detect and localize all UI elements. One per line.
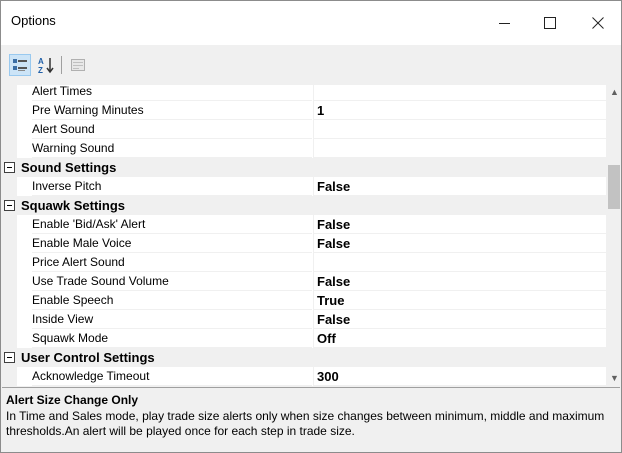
collapse-icon[interactable] [4, 352, 15, 363]
svg-text:A: A [38, 57, 44, 66]
property-row[interactable]: Acknowledge Timeout 300 [2, 367, 606, 386]
row-margin [2, 85, 17, 101]
collapse-icon[interactable] [4, 200, 15, 211]
property-value[interactable]: 1 [313, 101, 606, 120]
title-bar[interactable]: Options [1, 1, 621, 45]
property-value[interactable]: True [313, 291, 606, 310]
property-name: Enable 'Bid/Ask' Alert [32, 215, 312, 234]
property-name: Squawk Mode [32, 329, 312, 348]
scroll-up-icon[interactable]: ▲ [610, 87, 619, 97]
window-title: Options [11, 13, 56, 28]
property-value[interactable]: False [313, 310, 606, 329]
property-value[interactable] [313, 120, 606, 139]
property-row[interactable]: Price Alert Sound [2, 253, 606, 272]
property-row[interactable]: Pre Warning Minutes 1 [2, 101, 606, 120]
svg-text:Z: Z [38, 66, 43, 74]
categorized-button[interactable] [9, 54, 31, 76]
property-row[interactable]: Alert Times [2, 85, 606, 101]
scrollbar-thumb[interactable] [608, 165, 620, 209]
property-row[interactable]: Enable 'Bid/Ask' Alert False [2, 215, 606, 234]
property-value[interactable] [313, 85, 606, 101]
row-margin [2, 367, 17, 386]
maximize-icon [544, 17, 556, 29]
property-row[interactable]: Enable Speech True [2, 291, 606, 310]
property-row[interactable]: Inverse Pitch False [2, 177, 606, 196]
collapse-icon[interactable] [4, 162, 15, 173]
property-pages-icon [71, 59, 85, 71]
row-margin [2, 177, 17, 196]
row-margin [2, 310, 17, 329]
close-icon [592, 17, 604, 29]
row-margin [2, 272, 17, 291]
property-name: Use Trade Sound Volume [32, 272, 312, 291]
vertical-scrollbar[interactable]: ▲ ▼ [607, 85, 621, 386]
property-value[interactable]: 300 [313, 367, 606, 386]
property-name: Warning Sound [32, 139, 312, 158]
property-value[interactable]: False [313, 272, 606, 291]
property-name: Price Alert Sound [32, 253, 312, 272]
property-pages-button[interactable] [67, 54, 89, 76]
property-row[interactable]: Use Trade Sound Volume False [2, 272, 606, 291]
property-name: Enable Male Voice [32, 234, 312, 253]
property-name: Enable Speech [32, 291, 312, 310]
category-row[interactable]: Sound Settings [2, 158, 606, 177]
category-label: Squawk Settings [21, 198, 126, 213]
options-window: Options A Z Alert Times Pre Warning Minu… [0, 0, 622, 453]
property-value[interactable]: Off [313, 329, 606, 348]
property-value[interactable]: False [313, 234, 606, 253]
row-margin [2, 329, 17, 348]
property-row[interactable]: Alert Sound [2, 120, 606, 139]
category-label: Sound Settings [21, 160, 117, 175]
property-row[interactable]: Inside View False [2, 310, 606, 329]
property-name: Alert Times [32, 85, 312, 101]
property-row[interactable]: Squawk Mode Off [2, 329, 606, 348]
maximize-button[interactable] [527, 1, 573, 45]
property-value[interactable] [313, 139, 606, 158]
row-margin [2, 291, 17, 310]
property-value[interactable] [313, 253, 606, 272]
close-button[interactable] [575, 1, 621, 45]
property-name: Alert Sound [32, 120, 312, 139]
property-grid-toolbar: A Z [1, 45, 621, 85]
row-margin [2, 215, 17, 234]
row-margin [2, 120, 17, 139]
property-name: Pre Warning Minutes [32, 101, 312, 120]
row-margin [2, 101, 17, 120]
property-name: Inside View [32, 310, 312, 329]
description-pane: Alert Size Change Only In Time and Sales… [2, 387, 620, 452]
categorized-icon [13, 59, 27, 71]
category-row[interactable]: User Control Settings [2, 348, 606, 367]
alphabetical-button[interactable]: A Z [35, 54, 57, 76]
category-row[interactable]: Squawk Settings [2, 196, 606, 215]
property-value[interactable]: False [313, 215, 606, 234]
property-name: Acknowledge Timeout [32, 367, 312, 386]
row-margin [2, 234, 17, 253]
property-value[interactable]: False [313, 177, 606, 196]
description-title: Alert Size Change Only [6, 393, 139, 407]
toolbar-separator [61, 56, 62, 74]
property-grid[interactable]: Alert Times Pre Warning Minutes 1 Alert Sou… [2, 85, 606, 386]
property-row[interactable]: Warning Sound [2, 139, 606, 158]
property-name: Inverse Pitch [32, 177, 312, 196]
row-margin [2, 253, 17, 272]
minimize-button[interactable] [481, 1, 527, 45]
description-text: In Time and Sales mode, play trade size … [6, 409, 605, 438]
alphabetical-icon: A Z [38, 57, 54, 74]
category-label: User Control Settings [21, 350, 155, 365]
row-margin [2, 139, 17, 158]
property-row[interactable]: Enable Male Voice False [2, 234, 606, 253]
scroll-down-icon[interactable]: ▼ [610, 373, 619, 383]
minimize-icon [498, 22, 510, 24]
